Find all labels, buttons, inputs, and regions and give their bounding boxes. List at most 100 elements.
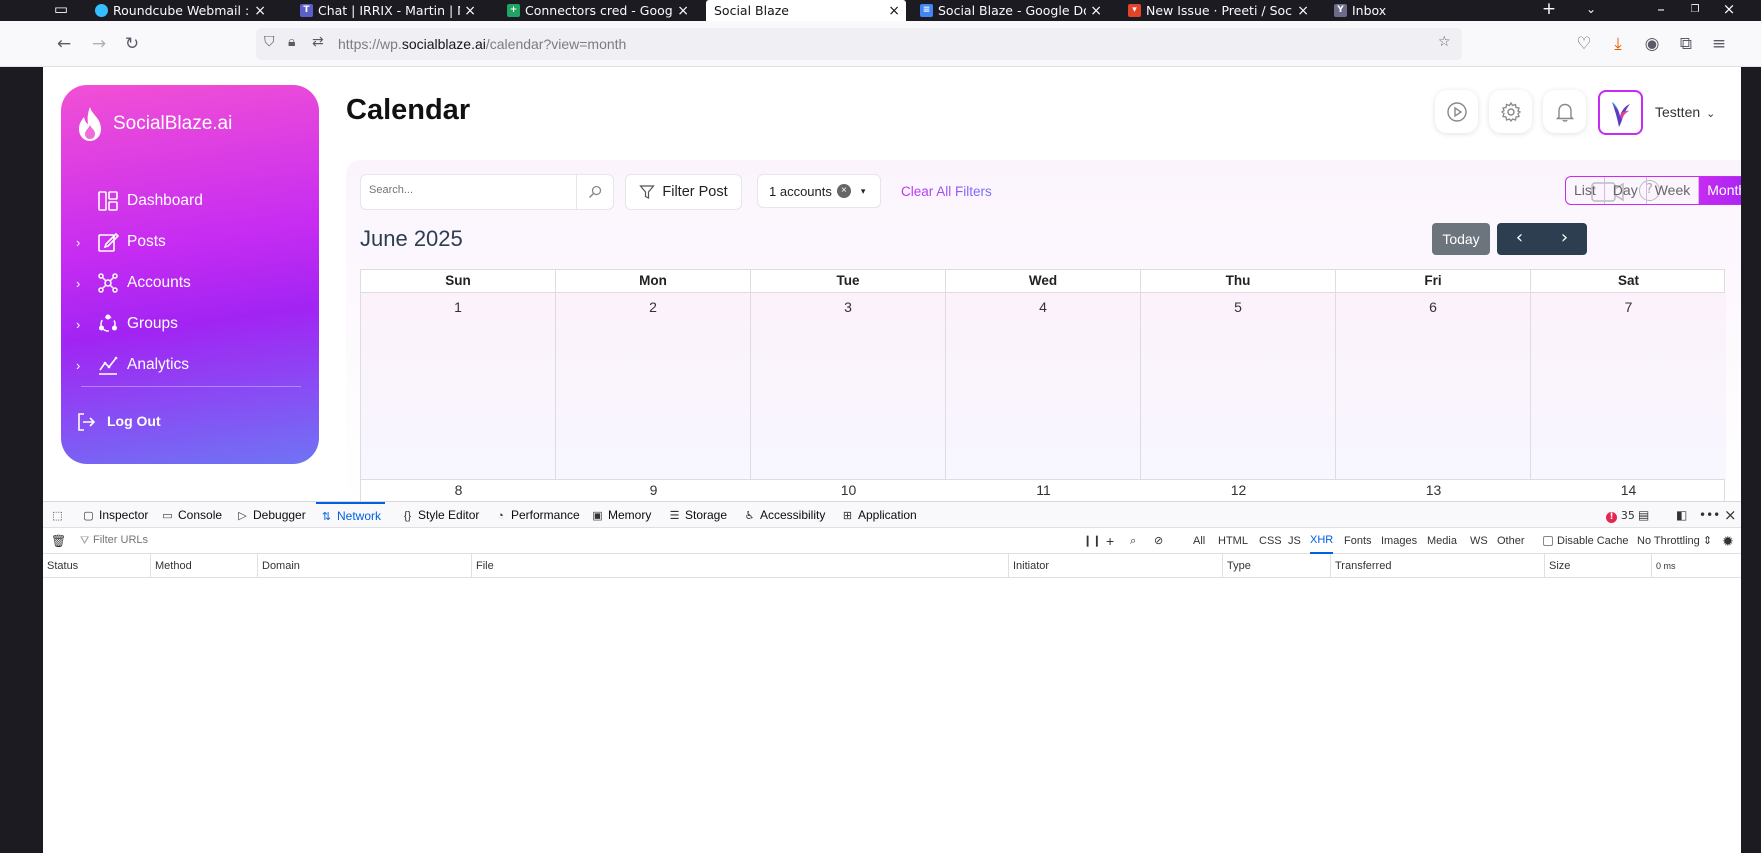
block-icon[interactable]: ⊘: [1154, 528, 1163, 554]
close-tab-icon[interactable]: ×: [888, 3, 900, 19]
close-devtools-icon[interactable]: ×: [1724, 502, 1737, 528]
column-domain[interactable]: Domain: [258, 554, 472, 578]
column-type[interactable]: Type: [1223, 554, 1331, 578]
tab-network[interactable]: ⇅ Network: [316, 502, 386, 528]
browser-tab-inbox[interactable]: Y Inbox: [1326, 0, 1476, 21]
menu-hamburger-icon[interactable]: ≡: [1708, 33, 1730, 55]
more-options-icon[interactable]: •••: [1699, 502, 1720, 528]
day-cell[interactable]: 2: [556, 293, 751, 479]
day-number[interactable]: 14: [1531, 482, 1726, 498]
search-icon[interactable]: ⌕: [1130, 528, 1136, 554]
close-tab-icon[interactable]: ×: [254, 3, 266, 19]
browser-tab-sheets[interactable]: + Connectors cred - Google Sheets ×: [499, 0, 695, 21]
day-cell[interactable]: 3: [751, 293, 946, 479]
column-file[interactable]: File: [472, 554, 1009, 578]
view-day-button[interactable]: Day: [1603, 177, 1646, 204]
shield-icon[interactable]: ⛉: [264, 34, 275, 50]
day-cell[interactable]: 4: [946, 293, 1141, 479]
filter-js[interactable]: JS: [1288, 528, 1301, 554]
tab-memory[interactable]: ▣ Memory: [591, 502, 651, 528]
prev-month-chevron-icon[interactable]: ‹: [1497, 223, 1542, 255]
column-method[interactable]: Method: [151, 554, 258, 578]
view-week-button[interactable]: Week: [1645, 177, 1699, 204]
filter-all[interactable]: All: [1193, 528, 1205, 554]
network-settings-gear-icon[interactable]: ✹: [1722, 528, 1734, 554]
filter-urls-input[interactable]: [93, 534, 393, 546]
avatar[interactable]: [1598, 90, 1643, 135]
browser-tab-docs[interactable]: ≡ Social Blaze - Google Docs ×: [912, 0, 1108, 21]
add-icon[interactable]: +: [1106, 528, 1114, 554]
url-text[interactable]: https://wp.socialblaze.ai/calendar?view=…: [338, 36, 626, 52]
tab-console[interactable]: ▭ Console: [161, 502, 222, 528]
bookmark-star-icon[interactable]: ☆: [1438, 34, 1451, 50]
sidebar-item-accounts[interactable]: › Accounts: [61, 268, 319, 298]
filter-fonts[interactable]: Fonts: [1344, 528, 1372, 554]
tab-storage[interactable]: ☰ Storage: [668, 502, 727, 528]
browser-tab-gitlab[interactable]: ▾ New Issue · Preeti / Social ×: [1120, 0, 1315, 21]
column-transferred[interactable]: Transferred: [1331, 554, 1545, 578]
day-number[interactable]: 8: [361, 482, 556, 498]
tab-performance[interactable]: ◔ Performance: [494, 502, 580, 528]
view-month-button[interactable]: Month: [1698, 177, 1741, 204]
close-window-icon[interactable]: ×: [1718, 0, 1740, 21]
browser-tab-roundcube[interactable]: Roundcube Webmail :: Inbox ×: [87, 0, 272, 21]
search-input[interactable]: [369, 184, 549, 196]
filter-other[interactable]: Other: [1497, 528, 1525, 554]
clear-all-filters-link[interactable]: Clear All Filters: [901, 184, 992, 199]
new-tab-icon[interactable]: +: [1537, 0, 1561, 21]
close-tab-icon[interactable]: ×: [1297, 3, 1309, 19]
day-number[interactable]: 13: [1336, 482, 1531, 498]
column-initiator[interactable]: Initiator: [1009, 554, 1223, 578]
settings-button[interactable]: [1489, 90, 1532, 133]
filter-media[interactable]: Media: [1427, 528, 1457, 554]
next-month-chevron-icon[interactable]: ›: [1542, 223, 1587, 255]
browser-tab-socialblaze[interactable]: Social Blaze ×: [706, 0, 906, 21]
day-cell[interactable]: 6: [1336, 293, 1531, 479]
day-number[interactable]: 10: [751, 482, 946, 498]
error-count[interactable]: ! 35: [1606, 502, 1635, 528]
restore-window-icon[interactable]: ❐: [1684, 0, 1706, 21]
minimize-window-icon[interactable]: –: [1650, 0, 1672, 21]
tab-inspector[interactable]: ▢ Inspector: [82, 502, 148, 528]
pause-icon[interactable]: ❙❙: [1083, 528, 1101, 554]
sidebar-item-posts[interactable]: › Posts: [61, 227, 319, 257]
downloads-icon[interactable]: ⤓: [1607, 33, 1629, 55]
lock-icon[interactable]: 🔒︎: [288, 34, 295, 50]
notifications-button[interactable]: [1543, 90, 1586, 133]
pocket-icon[interactable]: ♡: [1573, 33, 1595, 55]
tab-application[interactable]: ⊞ Application: [841, 502, 917, 528]
element-picker-icon[interactable]: ⬚: [51, 502, 68, 528]
day-cell[interactable]: 1: [361, 293, 556, 479]
video-tutorial-button[interactable]: [1435, 90, 1478, 133]
filter-xhr[interactable]: XHR: [1310, 528, 1334, 554]
extensions-icon[interactable]: ⧉: [1675, 33, 1697, 55]
clear-selection-icon[interactable]: ×: [836, 184, 851, 198]
address-bar[interactable]: ⛉ 🔒︎ ⇄ https://wp.socialblaze.ai/calenda…: [256, 28, 1462, 60]
filter-post-button[interactable]: Filter Post: [625, 174, 742, 210]
back-arrow-icon[interactable]: ←: [53, 33, 75, 55]
dock-side-icon[interactable]: ◧: [1676, 502, 1687, 528]
day-number[interactable]: 9: [556, 482, 751, 498]
column-status[interactable]: Status: [43, 554, 151, 578]
day-number[interactable]: 12: [1141, 482, 1336, 498]
close-tab-icon[interactable]: ×: [464, 3, 476, 19]
tab-style-editor[interactable]: {} Style Editor: [401, 502, 480, 528]
accounts-select[interactable]: 1 accounts × ▾: [757, 174, 881, 208]
tab-debugger[interactable]: ▷ Debugger: [236, 502, 305, 528]
filter-ws[interactable]: WS: [1470, 528, 1488, 554]
filter-html[interactable]: HTML: [1218, 528, 1248, 554]
search-button[interactable]: [576, 175, 613, 209]
reload-icon[interactable]: ↻: [121, 33, 143, 55]
sidebar-logo[interactable]: SocialBlaze.ai: [73, 105, 232, 143]
tab-overflow-chevron-icon[interactable]: ⌄: [1580, 0, 1602, 21]
close-tab-icon[interactable]: ×: [677, 3, 689, 19]
disable-cache-checkbox[interactable]: Disable Cache: [1543, 528, 1629, 554]
browser-tab-teams[interactable]: T Chat | IRRIX - Martin | Microsoft Team…: [292, 0, 482, 21]
view-list-button[interactable]: List: [1566, 177, 1604, 204]
trash-icon[interactable]: 🗑︎: [51, 528, 66, 554]
filter-images[interactable]: Images: [1381, 528, 1417, 554]
tab-accessibility[interactable]: ♿︎ Accessibility: [743, 502, 826, 528]
throttling-select[interactable]: No Throttling ⇕: [1637, 528, 1712, 554]
filter-css[interactable]: CSS: [1259, 528, 1282, 554]
day-cell[interactable]: 7: [1531, 293, 1726, 479]
